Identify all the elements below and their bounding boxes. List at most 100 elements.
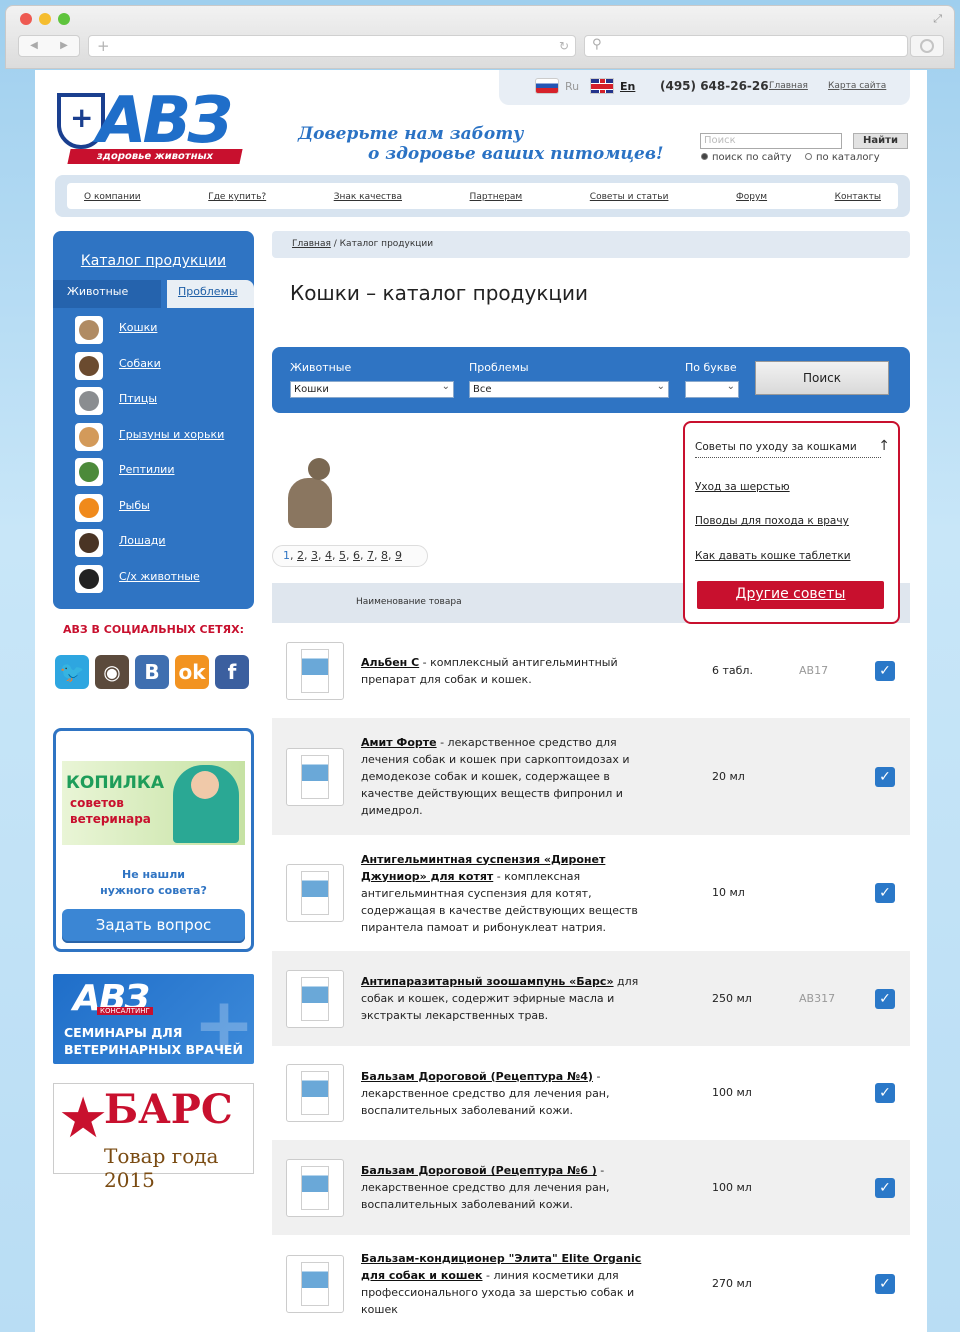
advice-banner[interactable]: КОПИЛКА советов ветеринара	[62, 761, 245, 845]
tips-title[interactable]: Советы по уходу за кошками	[695, 441, 881, 458]
product-name-link[interactable]: Антипаразитарный зоошампунь «Барс»	[361, 975, 614, 988]
product-name-link[interactable]: Бальзам Дороговой (Рецептура №4)	[361, 1070, 593, 1083]
nav-item-1[interactable]: Где купить?	[208, 183, 266, 209]
product-name-link[interactable]: Амит Форте	[361, 736, 437, 749]
sidebar-item-label[interactable]: Рыбы	[119, 499, 150, 512]
tip-link[interactable]: Как давать кошке таблетки	[695, 550, 851, 562]
site-search-input[interactable]: Поиск	[700, 133, 842, 149]
maximize-window-dot[interactable]	[58, 13, 70, 25]
social-title: АВЗ В СОЦИАЛЬНЫХ СЕТЯХ:	[63, 623, 244, 636]
page-link[interactable]: 7	[367, 549, 374, 562]
sidebar-item[interactable]: Рептилии	[53, 455, 254, 491]
reload-icon[interactable]: ↻	[559, 39, 569, 53]
product-checkbox[interactable]: ✓	[875, 766, 895, 787]
sidebar-item[interactable]: Птицы	[53, 384, 254, 420]
product-checkbox[interactable]: ✓	[875, 883, 895, 903]
back-icon[interactable]: ◀	[19, 36, 49, 56]
sidebar-item[interactable]: Кошки	[53, 313, 254, 349]
top-link-sitemap[interactable]: Карта сайта	[828, 81, 886, 91]
odnoklassniki-icon[interactable]: ok	[175, 655, 209, 689]
sidebar-item[interactable]: Собаки	[53, 349, 254, 385]
product-checkbox[interactable]: ✓	[875, 1177, 895, 1198]
tab-problems[interactable]: Проблемы	[167, 280, 254, 308]
minimize-window-dot[interactable]	[39, 13, 51, 25]
vk-icon[interactable]: В	[135, 655, 169, 689]
extension-button[interactable]	[910, 35, 944, 57]
sidebar-item-label[interactable]: Грызуны и хорьки	[119, 428, 224, 441]
tip-link[interactable]: Поводы для похода к врачу	[695, 515, 849, 527]
nav-item-3[interactable]: Партнерам	[470, 183, 523, 209]
nav-item-5[interactable]: Форум	[736, 183, 767, 209]
sidebar-item[interactable]: Грызуны и хорьки	[53, 420, 254, 456]
product-name-link[interactable]: Альбен С	[361, 656, 419, 669]
page-link[interactable]: 9	[395, 549, 402, 562]
filter-search-button[interactable]: Поиск	[755, 361, 889, 395]
nav-item-6[interactable]: Контакты	[835, 183, 881, 209]
page-link[interactable]: 8	[381, 549, 388, 562]
page-link[interactable]: 6	[353, 549, 360, 562]
seminar-banner[interactable]: + АВЗ КОНСАЛТИНГ СЕМИНАРЫ ДЛЯ ВЕТЕРИНАРНЫ…	[53, 974, 254, 1064]
product-checkbox[interactable]: ✓	[875, 1273, 895, 1294]
product-quantity: 20 мл	[712, 769, 745, 783]
instagram-icon[interactable]: ◉	[95, 655, 129, 689]
sidebar-item-label[interactable]: Рептилии	[119, 463, 174, 476]
fullscreen-icon[interactable]: ⤢	[933, 12, 942, 26]
more-tips-button[interactable]: Другие советы	[697, 581, 884, 609]
sidebar-item[interactable]: Рыбы	[53, 491, 254, 527]
sidebar-item-label[interactable]: Кошки	[119, 321, 157, 334]
product-image[interactable]	[286, 864, 344, 922]
sidebar-item-label[interactable]: С/х животные	[119, 570, 200, 583]
breadcrumb-home[interactable]: Главная	[292, 239, 331, 249]
nav-item-2[interactable]: Знак качества	[334, 183, 402, 209]
top-link-home[interactable]: Главная	[769, 81, 808, 91]
sidebar-item[interactable]: С/х животные	[53, 562, 254, 598]
twitter-icon[interactable]: 🐦	[55, 655, 89, 689]
nav-item-0[interactable]: О компании	[84, 183, 141, 209]
lang-ru-link[interactable]: Ru	[565, 80, 579, 93]
product-checkbox[interactable]: ✓	[875, 1083, 895, 1103]
product-image[interactable]	[286, 1064, 344, 1122]
product-image[interactable]	[286, 747, 344, 806]
product-image[interactable]	[286, 1158, 344, 1217]
page-link[interactable]: 1	[283, 549, 290, 562]
arrow-up-icon[interactable]: ↑	[878, 438, 890, 454]
page-link[interactable]: 3	[311, 549, 318, 562]
new-tab-icon[interactable]: +	[97, 37, 110, 55]
product-name-link[interactable]: Бальзам Дороговой (Рецептура №6 )	[361, 1164, 597, 1177]
animal-thumb-icon	[75, 351, 103, 380]
radio-search-catalog[interactable]: по каталогу	[805, 152, 880, 163]
catalog-title-link[interactable]: Каталог продукции	[53, 253, 254, 269]
sidebar-item-label[interactable]: Лошади	[119, 534, 166, 547]
extension-icon	[920, 39, 934, 53]
site-search-button[interactable]: Найти	[853, 133, 908, 149]
address-bar[interactable]: + ↻	[88, 35, 576, 57]
product-image[interactable]	[286, 1254, 344, 1313]
product-image[interactable]	[286, 641, 344, 700]
sidebar-item-label[interactable]: Птицы	[119, 392, 157, 405]
product-checkbox[interactable]: ✓	[875, 660, 895, 681]
flag-uk-icon[interactable]	[590, 78, 614, 94]
ask-question-button[interactable]: Задать вопрос	[62, 909, 245, 943]
page-link[interactable]: 4	[325, 549, 332, 562]
filter-problems-select[interactable]: Все	[469, 379, 669, 398]
facebook-icon[interactable]: f	[215, 655, 249, 689]
page-link[interactable]: 2	[297, 549, 304, 562]
product-checkbox[interactable]: ✓	[875, 988, 895, 1009]
filter-letter-select[interactable]	[685, 379, 739, 398]
lang-en-link[interactable]: En	[620, 80, 635, 93]
forward-icon[interactable]: ▶	[49, 36, 79, 56]
site-logo[interactable]: + АВЗ здоровье животных	[55, 84, 250, 168]
bars-banner[interactable]: ★ БАРС Товар года 2015	[53, 1083, 254, 1192]
browser-search-bar[interactable]: ⚲	[584, 35, 908, 57]
sidebar-item-label[interactable]: Собаки	[119, 357, 161, 370]
tip-link[interactable]: Уход за шерстью	[695, 481, 790, 493]
flag-ru-icon[interactable]	[535, 78, 559, 94]
tab-animals[interactable]: Животные	[53, 280, 161, 308]
product-image[interactable]	[286, 969, 344, 1028]
filter-animals-select[interactable]: Кошки	[290, 379, 454, 398]
radio-search-site[interactable]: поиск по сайту	[701, 152, 792, 163]
close-window-dot[interactable]	[20, 13, 32, 25]
page-link[interactable]: 5	[339, 549, 346, 562]
nav-item-4[interactable]: Советы и статьи	[590, 183, 669, 209]
sidebar-item[interactable]: Лошади	[53, 526, 254, 562]
